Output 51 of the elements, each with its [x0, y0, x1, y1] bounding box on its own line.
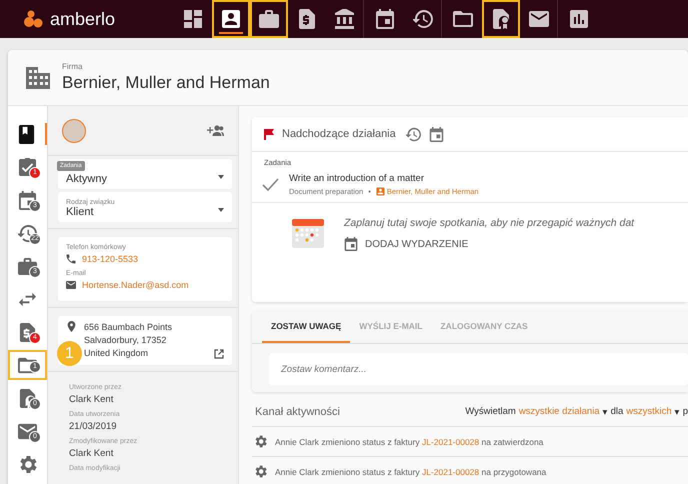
- contact-card-icon: [221, 9, 241, 29]
- location-icon: [66, 321, 77, 332]
- activity-text: Annie Clark zmieniono status z faktury JL-2021-00028 na przygotowana: [275, 466, 546, 476]
- bank-icon: [334, 9, 354, 29]
- nav-tab[interactable]: [250, 0, 288, 38]
- brand-name: amberlo: [50, 8, 116, 30]
- filter-text: dla: [610, 406, 624, 418]
- check-icon[interactable]: [262, 178, 279, 191]
- folder-icon: [453, 9, 473, 29]
- company-title: Bernier, Muller and Herman: [62, 73, 270, 93]
- caret-icon[interactable]: ▾: [674, 406, 680, 418]
- activity-text: Annie Clark zmieniono status z faktury JL-2021-00028 na zatwierdzona: [275, 436, 544, 446]
- section-title: Kanał aktywności: [255, 406, 340, 418]
- mail-icon: [528, 9, 548, 29]
- dollar-document-icon: [297, 9, 317, 29]
- contact-card-icon: [376, 187, 385, 196]
- task-title: Write an introduction of a matter: [289, 173, 425, 184]
- hint-text: Zaplanuj tutaj swoje spotkania, aby nie przegapić ważnych dat: [344, 217, 634, 229]
- chart-icon: [569, 9, 589, 29]
- settings-icon: [254, 435, 267, 448]
- mail-icon: [66, 280, 76, 290]
- calendar-illustration-icon: [292, 217, 324, 248]
- calendar-icon: [375, 9, 395, 29]
- filter-text: p: [682, 406, 688, 418]
- tab[interactable]: ZOSTAW UWAGĘ: [262, 311, 350, 343]
- add-people-icon[interactable]: [207, 125, 224, 136]
- caret-icon[interactable]: ▾: [602, 406, 608, 418]
- building-icon: [26, 66, 50, 88]
- dashboard-icon: [183, 9, 203, 29]
- calendar-icon: [344, 237, 358, 251]
- phone-icon: [66, 254, 76, 264]
- field-caption: Firma: [62, 62, 84, 71]
- settings-icon: [18, 454, 37, 474]
- flag-icon: [264, 128, 274, 140]
- comment-field[interactable]: Zostaw komentarz...: [269, 353, 688, 385]
- address-text: 656 Baumbach Points Salvadorbury, 17352 United Kingdom: [84, 321, 172, 360]
- nav-tab[interactable]: [482, 0, 520, 38]
- open-external-icon[interactable]: [214, 349, 224, 359]
- certificate-icon: [491, 9, 511, 29]
- filter-text: Wyświetlam: [465, 406, 516, 418]
- add-event-button[interactable]: DODAJ WYDARZENIE: [344, 237, 468, 251]
- settings-icon: [254, 465, 267, 478]
- nav-tab[interactable]: [212, 0, 250, 38]
- briefcase-icon: [259, 9, 279, 29]
- calendar-icon[interactable]: [428, 126, 444, 142]
- field-value: Clark Kent: [69, 448, 114, 459]
- section-title: Nadchodzące działania: [282, 128, 396, 140]
- field-value: Clark Kent: [69, 394, 114, 405]
- book-icon: [17, 124, 36, 144]
- field-value: 21/03/2019: [69, 421, 118, 432]
- calendar-icon: [18, 190, 37, 210]
